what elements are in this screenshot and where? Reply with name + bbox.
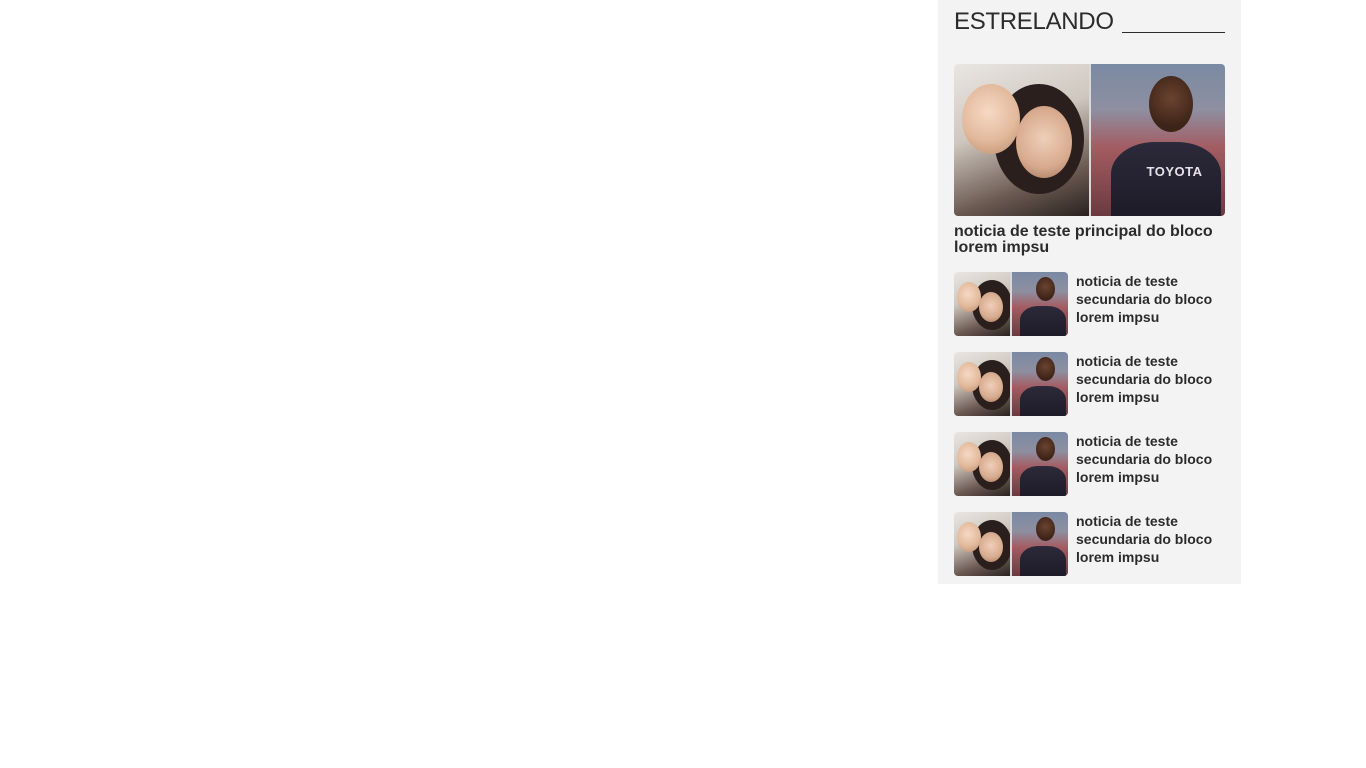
- section-title: ESTRELANDO: [954, 8, 1114, 36]
- secondary-story-image[interactable]: [954, 272, 1068, 336]
- secondary-story-title[interactable]: noticia de teste secundaria do bloco lor…: [1076, 432, 1216, 486]
- secondary-story-image[interactable]: [954, 512, 1068, 576]
- main-story-image[interactable]: TOYOTA: [954, 64, 1225, 216]
- secondary-story-item[interactable]: noticia de teste secundaria do bloco lor…: [954, 512, 1225, 576]
- image-right-half: TOYOTA: [1090, 64, 1225, 216]
- section-header: ESTRELANDO: [954, 0, 1225, 64]
- secondary-story-image[interactable]: [954, 432, 1068, 496]
- image-shirt-logo: TOYOTA: [1146, 164, 1203, 179]
- section-title-rule: [1121, 31, 1225, 33]
- main-story-title[interactable]: noticia de teste principal do bloco lore…: [954, 224, 1225, 256]
- main-story[interactable]: TOYOTA noticia de teste principal do blo…: [954, 64, 1225, 256]
- secondary-story-title[interactable]: noticia de teste secundaria do bloco lor…: [1076, 272, 1216, 326]
- secondary-story-image[interactable]: [954, 352, 1068, 416]
- secondary-story-title[interactable]: noticia de teste secundaria do bloco lor…: [1076, 352, 1216, 406]
- featured-sidebar: ESTRELANDO TOYOTA noticia de teste princ…: [938, 0, 1241, 584]
- secondary-story-item[interactable]: noticia de teste secundaria do bloco lor…: [954, 272, 1225, 336]
- image-left-half: [954, 64, 1089, 216]
- secondary-story-list: noticia de teste secundaria do bloco lor…: [954, 272, 1225, 576]
- secondary-story-item[interactable]: noticia de teste secundaria do bloco lor…: [954, 432, 1225, 496]
- secondary-story-title[interactable]: noticia de teste secundaria do bloco lor…: [1076, 512, 1216, 566]
- secondary-story-item[interactable]: noticia de teste secundaria do bloco lor…: [954, 352, 1225, 416]
